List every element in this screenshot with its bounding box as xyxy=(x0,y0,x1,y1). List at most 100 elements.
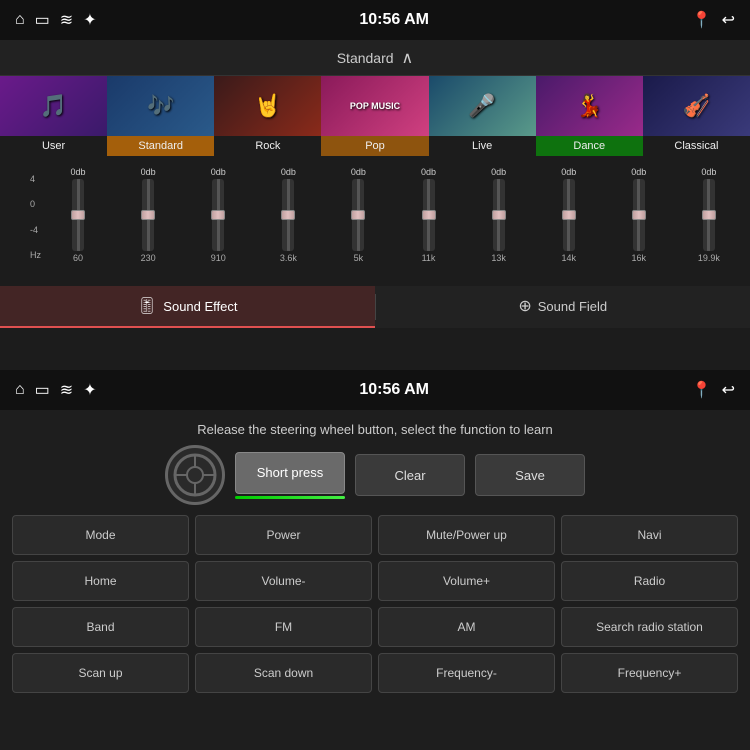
eq-band-13k[interactable]: 0db 13k xyxy=(466,167,532,263)
preset-user-label: User xyxy=(0,136,107,156)
eq-band-3k6-db: 0db xyxy=(281,167,296,177)
sound-field-icon: ⊕ xyxy=(518,296,531,316)
func-frequency-down[interactable]: Frequency- xyxy=(378,653,555,693)
eq-slider-14k-track[interactable] xyxy=(563,179,575,251)
back-icon-2[interactable]: ↩ xyxy=(722,380,735,400)
preset-standard[interactable]: 🎶 Standard xyxy=(107,76,214,156)
eq-band-11k-freq: 11k xyxy=(422,253,436,263)
func-scan-up[interactable]: Scan up xyxy=(12,653,189,693)
preset-rock-label: Rock xyxy=(214,136,321,156)
location-icon-2: 📍 xyxy=(692,380,712,400)
usb-icon-2[interactable]: ✦ xyxy=(83,380,96,400)
usb-icon[interactable]: ✦ xyxy=(83,10,96,30)
sound-effect-label: Sound Effect xyxy=(163,299,237,314)
func-frequency-up[interactable]: Frequency+ xyxy=(561,653,738,693)
eq-band-910[interactable]: 0db 910 xyxy=(185,167,251,263)
func-band[interactable]: Band xyxy=(12,607,189,647)
sound-effect-button[interactable]: 🎚 Sound Effect xyxy=(0,286,375,328)
func-radio[interactable]: Radio xyxy=(561,561,738,601)
top-status-bar: ⌂ ▭ ≋ ✦ 10:56 AM 📍 ↩ xyxy=(0,0,750,40)
bottom-status-right: 📍 ↩ xyxy=(692,380,735,400)
screen-icon-2[interactable]: ▭ xyxy=(35,380,50,400)
preset-user[interactable]: 🎵 User xyxy=(0,76,107,156)
location-icon: 📍 xyxy=(692,10,712,30)
bottom-status-icons: ⌂ ▭ ≋ ✦ xyxy=(15,380,97,400)
preset-dance-label: Dance xyxy=(536,136,643,156)
db-scale: 4 0 -4 Hz xyxy=(30,160,41,260)
eq-slider-13k-track[interactable] xyxy=(493,179,505,251)
preset-live[interactable]: 🎤 Live xyxy=(429,76,536,156)
func-navi[interactable]: Navi xyxy=(561,515,738,555)
menu-icon[interactable]: ≋ xyxy=(60,10,73,30)
eq-sliders-area: 4 0 -4 Hz 0db 60 0db xyxy=(0,156,750,286)
eq-band-60[interactable]: 0db 60 xyxy=(45,167,111,263)
back-icon[interactable]: ↩ xyxy=(722,10,735,30)
db-0-label: 0 xyxy=(30,199,41,209)
eq-band-14k[interactable]: 0db 14k xyxy=(536,167,602,263)
eq-band-230[interactable]: 0db 230 xyxy=(115,167,181,263)
func-fm[interactable]: FM xyxy=(195,607,372,647)
eq-slider-5k-track[interactable] xyxy=(352,179,364,251)
eq-mode-bar[interactable]: Standard ∧ xyxy=(0,40,750,76)
func-volume-up[interactable]: Volume+ xyxy=(378,561,555,601)
eq-band-5k-freq: 5k xyxy=(354,253,364,263)
eq-band-910-freq: 910 xyxy=(211,253,226,263)
bottom-clock: 10:56 AM xyxy=(359,381,429,399)
sound-field-button[interactable]: ⊕ Sound Field xyxy=(376,286,750,328)
eq-band-13k-freq: 13k xyxy=(491,253,506,263)
eq-band-16k[interactable]: 0db 16k xyxy=(606,167,672,263)
eq-band-11k[interactable]: 0db 11k xyxy=(395,167,461,263)
eq-mode-chevron-icon[interactable]: ∧ xyxy=(402,48,414,68)
db-neg4-label: -4 xyxy=(30,225,41,235)
short-press-indicator xyxy=(235,496,345,499)
func-volume-down[interactable]: Volume- xyxy=(195,561,372,601)
preset-classical-label: Classical xyxy=(643,136,750,156)
eq-band-60-freq: 60 xyxy=(73,253,83,263)
eq-slider-11k-track[interactable] xyxy=(423,179,435,251)
eq-mode-label: Standard xyxy=(337,50,394,66)
save-button[interactable]: Save xyxy=(475,454,585,496)
eq-band-14k-freq: 14k xyxy=(561,253,576,263)
preset-pop[interactable]: POP MUSIC Pop xyxy=(321,76,428,156)
preset-rock[interactable]: 🤘 Rock xyxy=(214,76,321,156)
preset-dance[interactable]: 💃 Dance xyxy=(536,76,643,156)
home-icon[interactable]: ⌂ xyxy=(15,11,25,29)
eq-band-19k9-freq: 19.9k xyxy=(698,253,720,263)
preset-live-label: Live xyxy=(429,136,536,156)
eq-slider-16k-track[interactable] xyxy=(633,179,645,251)
eq-band-3k6-freq: 3.6k xyxy=(280,253,297,263)
preset-pop-label: Pop xyxy=(321,136,428,156)
top-status-icons: ⌂ ▭ ≋ ✦ xyxy=(15,10,97,30)
preset-classical[interactable]: 🎻 Classical xyxy=(643,76,750,156)
menu-icon-2[interactable]: ≋ xyxy=(60,380,73,400)
top-clock: 10:56 AM xyxy=(359,11,429,29)
eq-band-19k9[interactable]: 0db 19.9k xyxy=(676,167,742,263)
steering-wheel-panel: ⌂ ▭ ≋ ✦ 10:56 AM 📍 ↩ Release the steerin… xyxy=(0,370,750,750)
clear-button[interactable]: Clear xyxy=(355,454,465,496)
eq-band-13k-db: 0db xyxy=(491,167,506,177)
func-scan-down[interactable]: Scan down xyxy=(195,653,372,693)
eq-band-16k-db: 0db xyxy=(631,167,646,177)
eq-slider-60-track[interactable] xyxy=(72,179,84,251)
func-search-radio[interactable]: Search radio station xyxy=(561,607,738,647)
function-grid: Mode Power Mute/Power up Navi Home Volum… xyxy=(0,515,750,693)
eq-slider-910-track[interactable] xyxy=(212,179,224,251)
eq-slider-230-track[interactable] xyxy=(142,179,154,251)
func-am[interactable]: AM xyxy=(378,607,555,647)
func-power[interactable]: Power xyxy=(195,515,372,555)
instruction-text: Release the steering wheel button, selec… xyxy=(0,410,750,445)
presets-row: 🎵 User 🎶 Standard 🤘 Rock POP MUSIC Pop 🎤 xyxy=(0,76,750,156)
eq-band-5k[interactable]: 0db 5k xyxy=(325,167,391,263)
eq-slider-3k6-track[interactable] xyxy=(282,179,294,251)
func-mode[interactable]: Mode xyxy=(12,515,189,555)
func-mute-power-up[interactable]: Mute/Power up xyxy=(378,515,555,555)
eq-band-230-freq: 230 xyxy=(141,253,156,263)
hz-label: Hz xyxy=(30,250,41,260)
screen-icon[interactable]: ▭ xyxy=(35,10,50,30)
home-icon-2[interactable]: ⌂ xyxy=(15,381,25,399)
db-4-label: 4 xyxy=(30,174,41,184)
short-press-button[interactable]: Short press xyxy=(235,452,345,494)
eq-slider-19k9-track[interactable] xyxy=(703,179,715,251)
func-home[interactable]: Home xyxy=(12,561,189,601)
eq-band-3k6[interactable]: 0db 3.6k xyxy=(255,167,321,263)
